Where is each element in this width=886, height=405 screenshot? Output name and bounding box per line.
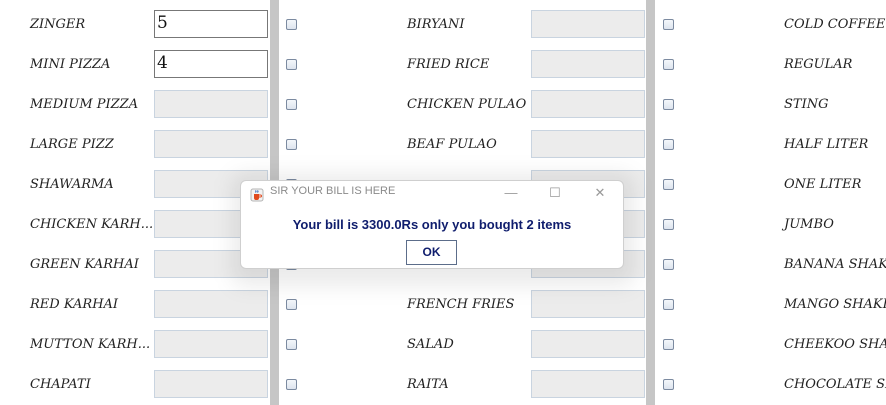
maximize-button[interactable]: ☐ [544, 182, 566, 204]
item-checkbox[interactable] [663, 99, 674, 110]
menu-item-label: MUTTON KARH... [30, 337, 151, 352]
menu-item-label: BEAF PULAO [407, 137, 497, 152]
item-checkbox[interactable] [663, 259, 674, 270]
quantity-field[interactable] [154, 90, 268, 118]
item-checkbox[interactable] [663, 19, 674, 30]
menu-item-label: MINI PIZZA [30, 57, 111, 72]
menu-item-label: RAITA [407, 377, 449, 392]
quantity-field[interactable] [531, 10, 645, 38]
menu-item-label: LARGE PIZZ [30, 137, 114, 152]
menu-item-label: MEDIUM PIZZA [30, 97, 139, 112]
dialog-title: SIR YOUR BILL IS HERE [270, 185, 396, 197]
menu-item-label: COLD COFFEE [784, 17, 886, 32]
item-checkbox[interactable] [286, 379, 297, 390]
quantity-field[interactable]: 4 [154, 50, 268, 78]
quantity-field[interactable] [154, 370, 268, 398]
quantity-field[interactable] [531, 90, 645, 118]
quantity-field[interactable] [531, 330, 645, 358]
quantity-field[interactable] [154, 130, 268, 158]
quantity-field[interactable] [154, 330, 268, 358]
item-checkbox[interactable] [663, 59, 674, 70]
menu-item-label: STING [784, 97, 829, 112]
quantity-field[interactable] [531, 290, 645, 318]
java-cup-icon [250, 187, 264, 202]
menu-item-label: FRIED RICE [407, 57, 490, 72]
menu-item-label: CHOCOLATE SHAKE [784, 377, 886, 392]
quantity-field[interactable] [531, 50, 645, 78]
item-checkbox[interactable] [286, 299, 297, 310]
menu-item-label: BIRYANI [407, 17, 465, 32]
menu-item-label: CHICKEN KARH... [30, 217, 154, 232]
bill-message: Your bill is 3300.0Rs only you bought 2 … [292, 217, 572, 232]
item-checkbox[interactable] [663, 339, 674, 350]
ok-button[interactable]: OK [406, 240, 457, 265]
bill-dialog: SIR YOUR BILL IS HERE — ☐ ✕ Your bill is… [240, 180, 624, 269]
menu-item-label: RED KARHAI [30, 297, 119, 312]
menu-item-label: REGULAR [784, 57, 853, 72]
close-button[interactable]: ✕ [589, 182, 611, 204]
item-checkbox[interactable] [286, 59, 297, 70]
menu-item-label: CHAPATI [30, 377, 91, 392]
menu-item-label: SHAWARMA [30, 177, 114, 192]
menu-item-label: MANGO SHAKE [784, 297, 886, 312]
quantity-field[interactable] [531, 370, 645, 398]
item-checkbox[interactable] [286, 19, 297, 30]
item-checkbox[interactable] [286, 139, 297, 150]
item-checkbox[interactable] [286, 339, 297, 350]
menu-item-label: ZINGER [30, 17, 86, 32]
column-separator [646, 0, 655, 405]
menu-item-label: JUMBO [784, 217, 834, 232]
quantity-field[interactable] [531, 130, 645, 158]
menu-item-label: CHICKEN PULAO [407, 97, 527, 112]
minimize-button[interactable]: — [500, 182, 522, 204]
menu-item-label: ONE LITER [784, 177, 862, 192]
quantity-field[interactable]: 5 [154, 10, 268, 38]
menu-item-label: GREEN KARHAI [30, 257, 139, 272]
item-checkbox[interactable] [663, 179, 674, 190]
quantity-field[interactable] [154, 290, 268, 318]
item-checkbox[interactable] [663, 299, 674, 310]
menu-item-label: HALF LITER [784, 137, 869, 152]
menu-item-label: BANANA SHAKE [784, 257, 886, 272]
menu-item-label: CHEEKOO SHAKE [784, 337, 886, 352]
item-checkbox[interactable] [663, 379, 674, 390]
menu-item-label: SALAD [407, 337, 454, 352]
item-checkbox[interactable] [663, 139, 674, 150]
item-checkbox[interactable] [663, 219, 674, 230]
menu-item-label: FRENCH FRIES [407, 297, 515, 312]
item-checkbox[interactable] [286, 99, 297, 110]
